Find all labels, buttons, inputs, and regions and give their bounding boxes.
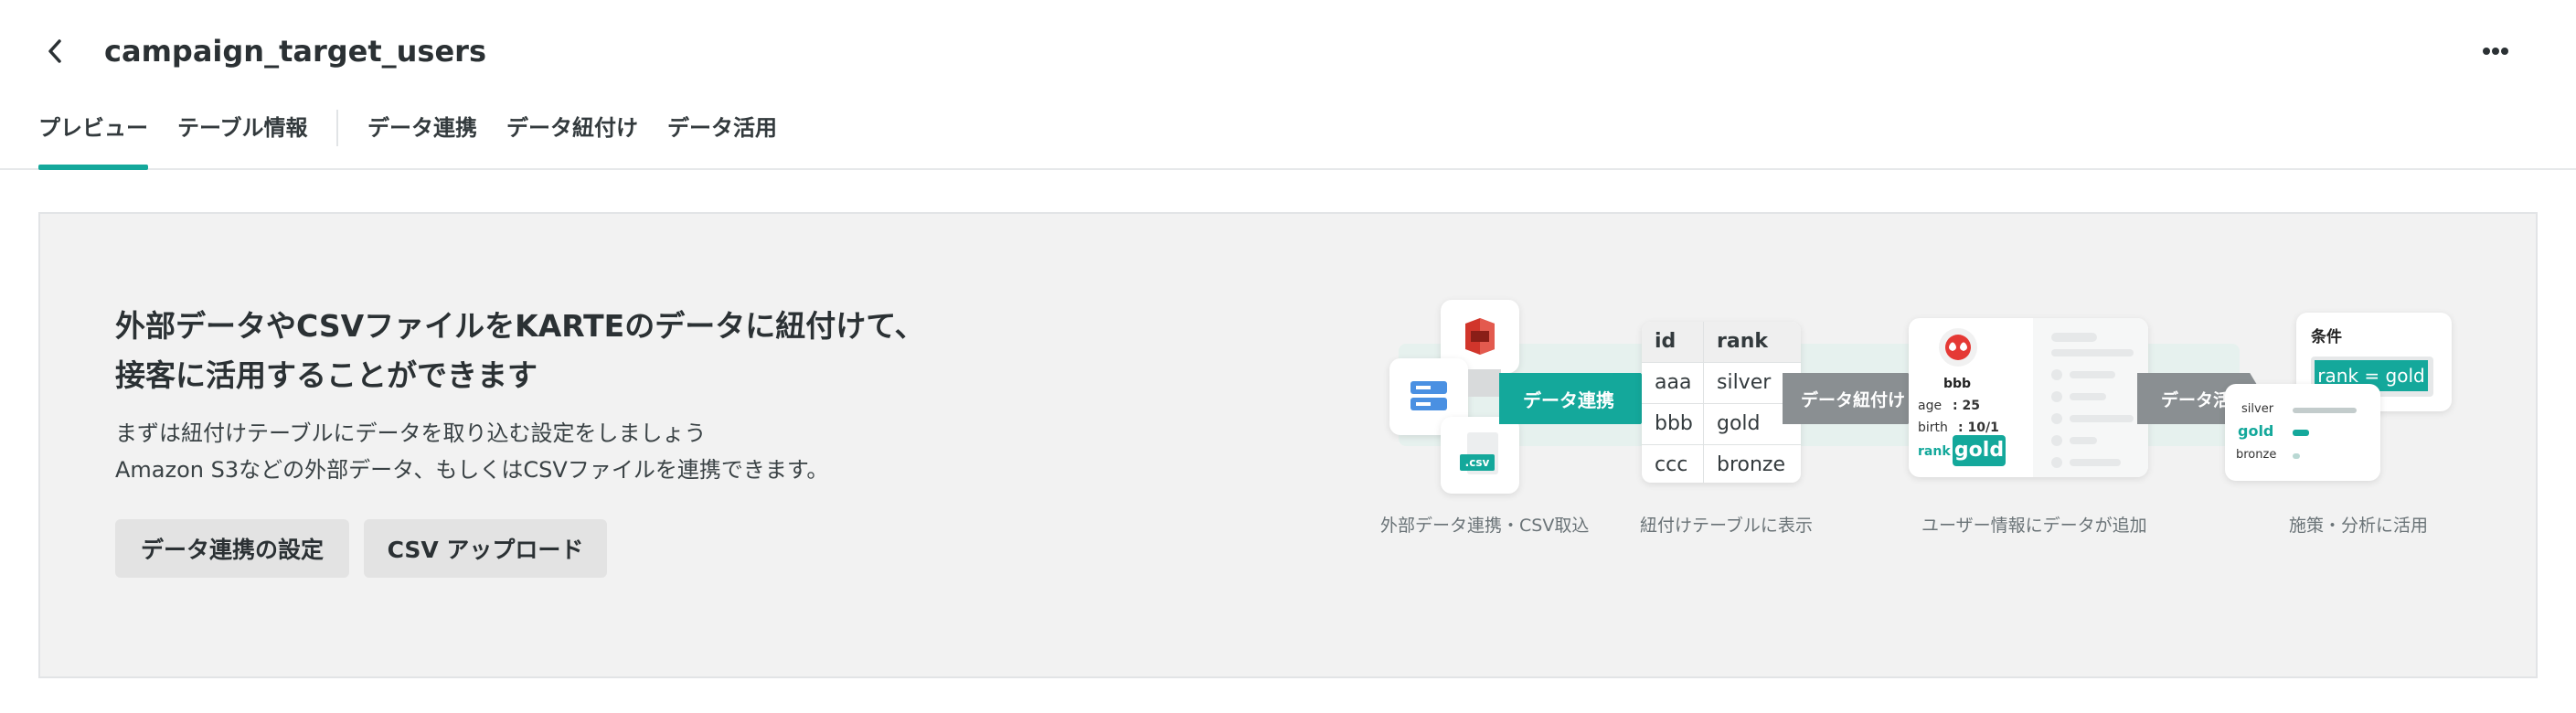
flow-illustration: .csv データ連携 id rank aaa silver bbb gold c… [1344,300,2477,601]
table-cell: aaa [1642,363,1704,403]
csv-file-icon: .csv [1460,432,1500,478]
condition-title: 条件 [2311,328,2342,346]
tab-data-linking[interactable]: データ紐付け [506,110,638,161]
page-title: campaign_target_users [104,34,486,69]
hero-title-line2: 接客に活用することができます [115,357,538,393]
user-avatar-icon [1939,328,1977,367]
caption-external-data: 外部データ連携・CSV取込 [1380,516,1590,536]
arrow-data-integration: データ連携 [1499,373,1660,424]
user-rank-badge: gold [1953,435,2006,466]
caption-user-data: ユーザー情報にデータが追加 [1921,516,2147,536]
page-header: campaign_target_users プレビュー テーブル情報 データ連携… [0,0,2576,170]
user-name: bbb [1943,377,1972,391]
user-rank-label: rank [1918,444,1951,459]
tab-data-integration[interactable]: データ連携 [367,110,477,161]
table-cell: bronze [1717,453,1786,476]
tab-divider [336,110,338,146]
hero-title: 外部データやCSVファイルをKARTEのデータに紐付けて、 接客に活用することが… [115,302,1029,400]
table-cell: ccc [1642,445,1704,483]
user-age-value: : 25 [1953,399,1980,413]
table-header-row: id rank [1642,322,1801,363]
table-cell: bbb [1642,404,1704,444]
user-profile-card: bbb age : 25 birth : 10/1 rank gold [1909,318,2148,477]
data-integration-settings-button[interactable]: データ連携の設定 [115,519,349,578]
user-birth-value: : 10/1 [1958,420,1999,435]
caption-usage: 施策・分析に活用 [2289,516,2429,536]
hero-title-line1: 外部データやCSVファイルをKARTEのデータに紐付けて、 [115,308,925,344]
table-row: bbb gold [1642,404,1801,445]
connector-stub [1468,369,1501,397]
user-age-label: age [1918,399,1943,413]
csv-source-card: .csv [1441,417,1519,494]
csv-label: .csv [1460,454,1495,471]
hero-desc-line2: Amazon S3などの外部データ、もしくはCSVファイルを連携できます。 [115,457,829,483]
user-birth-label: birth [1918,420,1948,435]
tab-data-usage[interactable]: データ活用 [667,110,777,161]
ranking-card: silver gold bronze [2225,384,2380,481]
csv-upload-button[interactable]: CSV アップロード [364,519,607,578]
tab-table-info[interactable]: テーブル情報 [177,110,308,161]
chevron-left-icon [48,39,61,63]
link-table-card: id rank aaa silver bbb gold ccc bronze [1642,322,1801,483]
caption-link-table: 紐付けテーブルに表示 [1640,516,1813,536]
table-row: ccc bronze [1642,445,1801,483]
hero-desc-line1: まずは紐付けテーブルにデータを取り込む設定をしましょう [115,420,707,446]
onboarding-panel: 外部データやCSVファイルをKARTEのデータに紐付けて、 接客に活用することが… [38,212,2538,678]
table-header-cell: rank [1717,330,1768,353]
ranking-label: bronze [2236,448,2277,462]
ranking-label: silver [2241,402,2274,416]
table-header-cell: id [1642,322,1704,362]
more-horizontal-icon [2483,48,2508,55]
amazon-s3-icon [1465,318,1495,355]
ranking-label: gold [2238,422,2274,440]
hero-description: まずは紐付けテーブルにデータを取り込む設定をしましょう Amazon S3などの… [115,415,828,488]
back-button[interactable] [37,31,73,71]
arrow-data-linking: データ紐付け [1783,373,1925,424]
table-row: aaa silver [1642,363,1801,404]
tab-preview[interactable]: プレビュー [38,110,148,170]
more-options-button[interactable] [2477,35,2514,68]
database-server-icon [1410,381,1447,410]
